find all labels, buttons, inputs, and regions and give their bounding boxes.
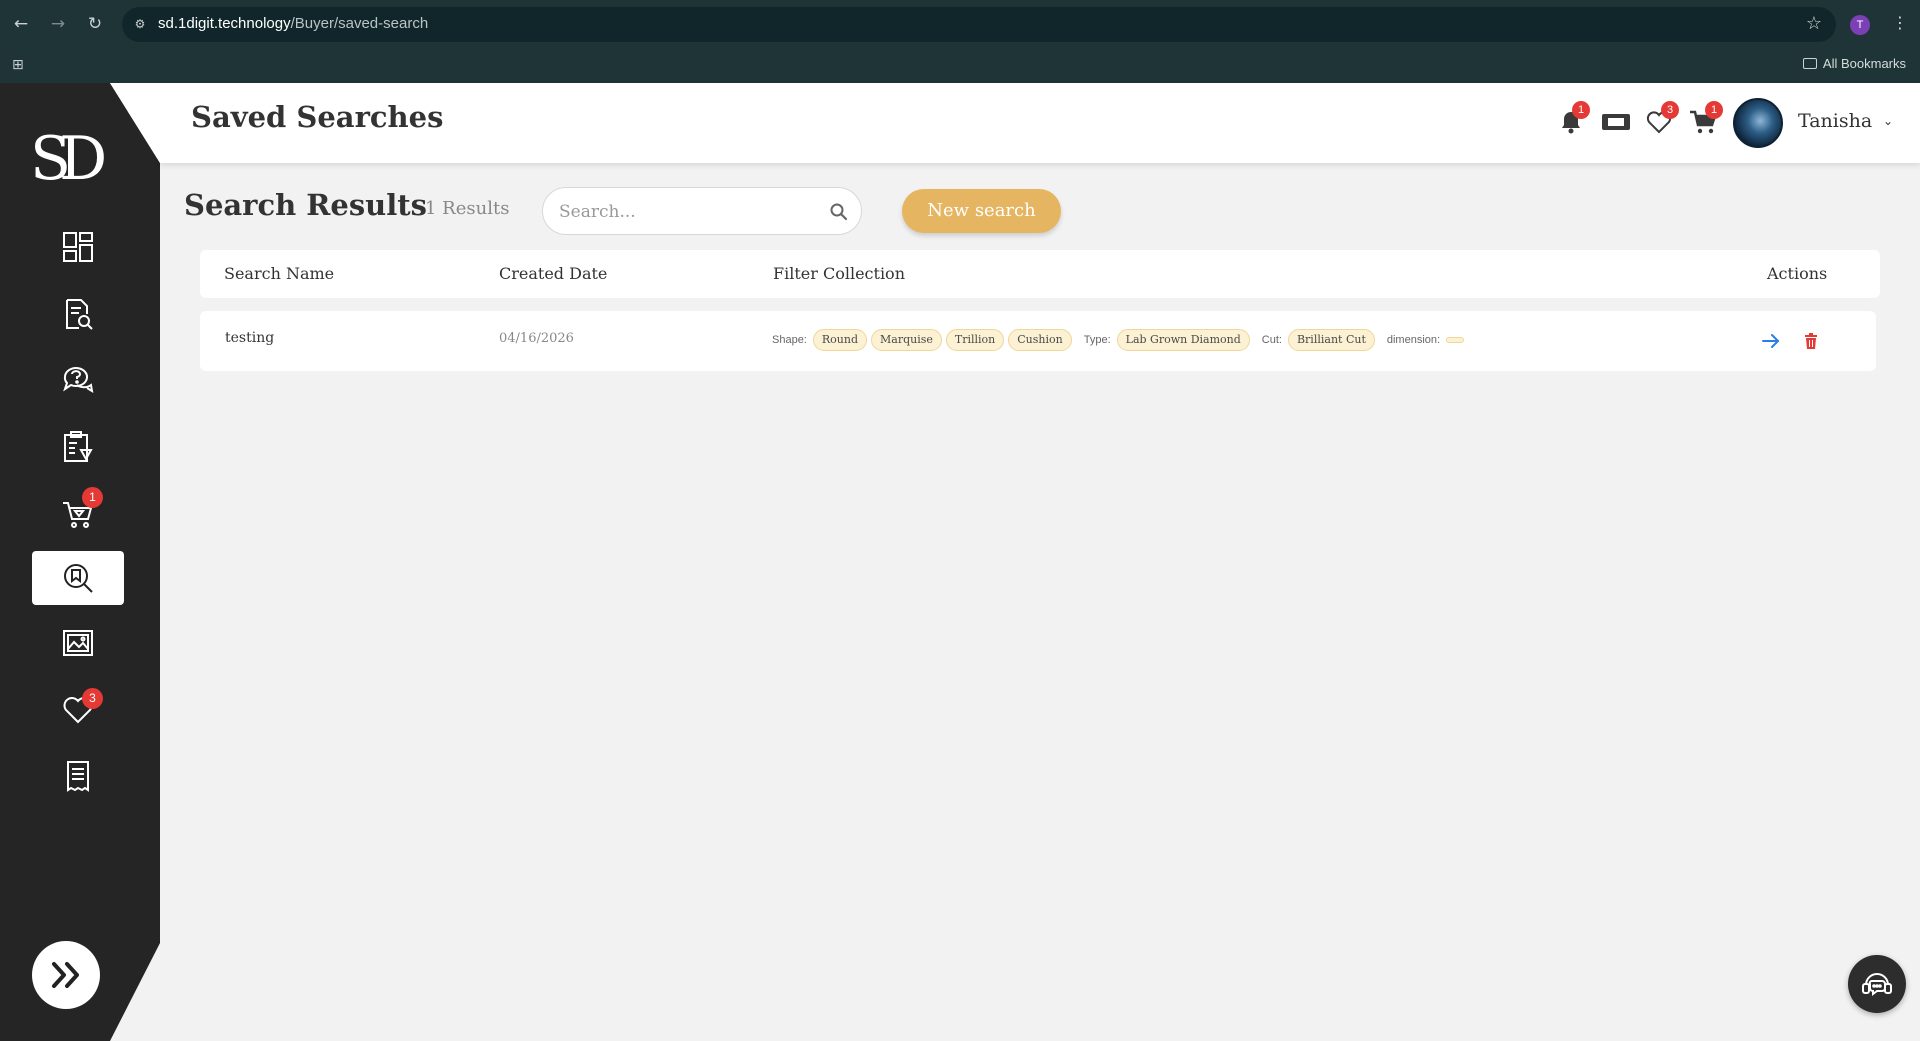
page-title: Saved Searches xyxy=(191,100,444,134)
dashboard-icon xyxy=(63,232,93,262)
column-header-filter-collection: Filter Collection xyxy=(773,264,905,283)
headset-icon xyxy=(1862,973,1892,996)
browser-profile-avatar[interactable]: T xyxy=(1850,15,1870,35)
filter-chip: Brilliant Cut xyxy=(1287,329,1375,351)
browser-chrome: ← → ↻ ⚙ sd.1digit.technology/Buyer/saved… xyxy=(0,0,1920,83)
reload-icon[interactable]: ↻ xyxy=(84,13,106,35)
back-icon[interactable]: ← xyxy=(10,13,32,35)
table-row[interactable]: testing 04/16/2026 Shape: Round Marquise… xyxy=(200,311,1876,371)
cart-header-badge: 1 xyxy=(1705,101,1723,119)
sidebar-item-search[interactable] xyxy=(32,287,124,341)
sidebar-item-cart[interactable] xyxy=(32,487,124,541)
filter-chip-empty xyxy=(1446,337,1465,343)
support-chat-button[interactable] xyxy=(1848,955,1906,1013)
all-bookmarks-label: All Bookmarks xyxy=(1822,56,1906,71)
expand-sidebar-button[interactable] xyxy=(32,941,100,1009)
browser-toolbar: ← → ↻ ⚙ sd.1digit.technology/Buyer/saved… xyxy=(0,0,1920,49)
chevron-down-icon[interactable]: ⌄ xyxy=(1883,114,1893,128)
arrow-right-icon xyxy=(1762,334,1779,348)
tickets-button[interactable] xyxy=(1600,108,1632,136)
open-search-button[interactable] xyxy=(1759,329,1783,353)
site-settings-icon[interactable]: ⚙ xyxy=(132,16,148,32)
table-header: Search Name Created Date Filter Collecti… xyxy=(200,250,1880,298)
filter-label-type: Type: xyxy=(1083,334,1111,346)
filter-chip: Lab Grown Diamond xyxy=(1116,329,1250,351)
url-text[interactable]: sd.1digit.technology/Buyer/saved-search xyxy=(158,15,428,32)
ticket-icon xyxy=(1602,114,1630,130)
filter-chip: Cushion xyxy=(1008,329,1072,351)
results-count: 1 Results xyxy=(425,198,510,219)
sidebar-item-wishlist[interactable] xyxy=(32,682,124,736)
user-name[interactable]: Tanisha xyxy=(1798,110,1872,132)
sidebar-item-invoices[interactable] xyxy=(32,749,124,803)
user-avatar[interactable] xyxy=(1733,98,1783,148)
filter-collection-cell: Shape: Round Marquise Trillion Cushion T… xyxy=(772,329,1465,351)
saved-search-icon xyxy=(64,564,93,593)
column-header-search-name: Search Name xyxy=(224,264,335,283)
filter-label-dimension: dimension: xyxy=(1386,334,1441,346)
sidebar-item-dashboard[interactable] xyxy=(32,220,124,274)
sidebar-item-gallery[interactable] xyxy=(32,616,124,670)
sidebar-item-orders[interactable] xyxy=(32,420,124,474)
url-host: sd.1digit.technology xyxy=(158,15,291,32)
trash-icon xyxy=(1805,333,1817,349)
filter-chip: Marquise xyxy=(871,329,942,351)
cart-count-badge: 1 xyxy=(82,487,103,508)
new-search-button[interactable]: New search xyxy=(902,189,1061,233)
address-bar[interactable]: ⚙ sd.1digit.technology/Buyer/saved-searc… xyxy=(122,7,1836,42)
created-date-cell: 04/16/2026 xyxy=(499,331,574,346)
browser-menu-icon[interactable]: ⋮ xyxy=(1892,13,1908,32)
url-path: /Buyer/saved-search xyxy=(290,15,429,32)
clipboard-diamond-icon xyxy=(64,431,93,462)
column-header-created-date: Created Date xyxy=(499,264,608,283)
wishlist-header-badge: 3 xyxy=(1661,101,1679,119)
notifications-badge: 1 xyxy=(1572,101,1590,119)
filter-label-cut: Cut: xyxy=(1261,334,1282,346)
search-icon[interactable] xyxy=(829,202,849,222)
wishlist-count-badge: 3 xyxy=(82,688,103,709)
delete-search-button[interactable] xyxy=(1799,329,1823,353)
document-search-icon xyxy=(66,299,93,330)
search-input[interactable] xyxy=(559,198,819,226)
search-name-cell: testing xyxy=(225,330,275,346)
image-gallery-icon xyxy=(63,630,93,656)
forward-icon[interactable]: → xyxy=(47,13,69,35)
bookmarks-bar: ⊞ All Bookmarks xyxy=(0,49,1920,83)
sidebar-item-saved-search[interactable] xyxy=(32,551,124,605)
filter-label-shape: Shape: xyxy=(772,334,807,346)
search-field[interactable] xyxy=(542,187,862,235)
all-bookmarks-button[interactable]: All Bookmarks xyxy=(1802,56,1906,71)
results-title: Search Results xyxy=(184,188,428,222)
folder-icon xyxy=(1802,58,1817,69)
chat-question-icon xyxy=(63,367,94,393)
receipt-icon xyxy=(67,761,89,792)
brand-logo[interactable]: SD xyxy=(30,128,120,190)
column-header-actions: Actions xyxy=(1767,264,1828,283)
filter-chip: Trillion xyxy=(945,329,1005,351)
double-chevron-right-icon xyxy=(52,962,79,988)
filter-chip: Round xyxy=(812,329,867,351)
sidebar-item-inquiries[interactable] xyxy=(32,353,124,407)
apps-grid-icon[interactable]: ⊞ xyxy=(12,57,28,73)
bookmark-star-icon[interactable]: ☆ xyxy=(1806,13,1822,34)
